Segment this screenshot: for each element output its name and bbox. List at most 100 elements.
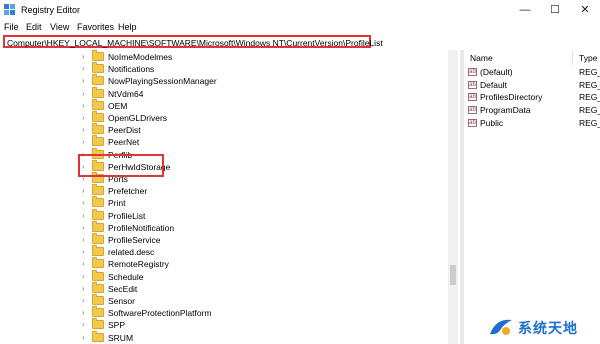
tree-item-label: PeerNet — [108, 137, 140, 148]
address-bar[interactable]: Computer\HKEY_LOCAL_MACHINE\SOFTWARE\Mic… — [3, 35, 383, 48]
expand-chevron-icon[interactable]: › — [82, 223, 90, 233]
folder-icon — [92, 257, 104, 269]
maximize-button[interactable]: ☐ — [540, 0, 570, 20]
folder-icon — [92, 184, 104, 196]
folder-icon — [92, 111, 104, 122]
value-name: (Default) — [480, 67, 513, 77]
folder-icon — [92, 269, 104, 281]
address-path[interactable]: Computer\HKEY_LOCAL_MACHINE\SOFTWARE\Mic… — [7, 38, 383, 48]
folder-icon — [92, 86, 104, 98]
tree-item-label: SecEdit — [108, 283, 138, 294]
tree-item-label: ProfileService — [108, 235, 161, 245]
expand-chevron-icon[interactable]: › — [82, 76, 90, 86]
tree-item-label: Schedule — [108, 271, 144, 282]
tree-item-label: SoftwareProtectionPlatform — [108, 308, 212, 319]
tree-item-label: RemoteRegistry — [108, 259, 169, 270]
menu-view[interactable]: View — [50, 22, 69, 32]
registry-editor-icon — [4, 4, 15, 15]
expand-chevron-icon[interactable]: › — [82, 64, 90, 74]
folder-icon — [92, 74, 104, 86]
value-name: Default — [480, 79, 507, 90]
watermark-logo: 系统天地 — [488, 314, 598, 340]
expand-chevron-icon[interactable]: › — [82, 198, 90, 208]
expand-chevron-icon[interactable]: › — [82, 284, 90, 294]
folder-icon — [92, 50, 104, 61]
tree-item-label: Sensor — [108, 296, 135, 306]
value-row[interactable]: abProfilesDirectory REG_E — [468, 91, 600, 103]
tree-item-label: related.desc — [108, 247, 155, 258]
expand-chevron-icon[interactable]: › — [82, 259, 90, 269]
value-row[interactable]: abProgramData REG_E — [468, 104, 600, 116]
folder-icon — [92, 62, 104, 74]
expand-chevron-icon[interactable]: › — [82, 333, 90, 343]
value-type: REG_S — [579, 67, 600, 77]
expand-chevron-icon[interactable]: › — [82, 186, 90, 196]
tree-item-label: OEM — [108, 100, 128, 111]
registry-value-icon: ab — [468, 106, 477, 115]
expand-chevron-icon[interactable]: › — [82, 113, 90, 123]
tree-item-label: Notifications — [108, 64, 155, 75]
key-tree[interactable]: › NoImeModelmes › Notifications › NowPlayingS… — [0, 50, 460, 344]
folder-icon — [92, 245, 104, 257]
value-row[interactable]: abDefault REG_E — [468, 79, 600, 91]
expand-chevron-icon[interactable]: › — [82, 308, 90, 318]
folder-icon — [92, 294, 104, 305]
registry-value-icon: ab — [468, 118, 477, 127]
value-row[interactable]: ab(Default) REG_S — [468, 66, 600, 78]
folder-icon — [92, 281, 104, 293]
expand-chevron-icon[interactable]: › — [82, 320, 90, 330]
tree-scrollbar-thumb[interactable] — [450, 265, 456, 285]
folder-icon — [92, 220, 104, 232]
value-name: ProfilesDirectory — [480, 92, 543, 103]
column-divider[interactable] — [572, 50, 573, 65]
folder-icon — [92, 306, 104, 318]
value-type: REG_E — [579, 79, 600, 90]
watermark-text: 系统天地 — [518, 320, 578, 336]
expand-chevron-icon[interactable]: › — [82, 235, 90, 245]
expand-chevron-icon[interactable]: › — [82, 272, 90, 282]
tree-item-label: SRUM — [108, 332, 134, 343]
folder-icon — [92, 330, 104, 342]
tree-item-label: Prefetcher — [108, 186, 148, 197]
window-title: Registry Editor — [21, 5, 81, 15]
tree-item-label: ProfileList — [108, 210, 146, 221]
menu-bar: File Edit View Favorites Help — [0, 22, 600, 34]
value-type: REG_E — [579, 105, 600, 116]
tree-item-label: OpenGLDrivers — [108, 113, 168, 123]
value-name: Public — [480, 117, 504, 128]
menu-file[interactable]: File — [4, 22, 19, 32]
expand-chevron-icon[interactable]: › — [82, 211, 90, 221]
close-button[interactable]: ✕ — [570, 0, 600, 20]
registry-value-icon: ab — [468, 80, 477, 89]
column-header-type[interactable]: Type — [579, 53, 597, 63]
registry-value-icon: ab — [468, 93, 477, 102]
expand-chevron-icon[interactable]: › — [82, 247, 90, 257]
column-header-name[interactable]: Name — [470, 53, 493, 63]
value-type: REG_E — [579, 92, 600, 103]
tree-item-label: ProfileNotification — [108, 222, 175, 233]
tree-scrollbar[interactable] — [448, 50, 458, 344]
expand-chevron-icon[interactable]: › — [82, 137, 90, 147]
minimize-button[interactable]: — — [510, 0, 540, 20]
watermark-mark-icon — [490, 319, 512, 335]
value-row[interactable]: abPublic REG_E — [468, 117, 600, 129]
expand-chevron-icon[interactable]: › — [82, 101, 90, 111]
tree-item-label: NowPlayingSessionManager — [108, 76, 217, 87]
registry-value-icon: ab — [468, 68, 477, 76]
tree-item-label: NoImeModelmes — [108, 52, 173, 62]
folder-icon — [92, 123, 104, 135]
folder-icon — [92, 318, 104, 330]
expand-chevron-icon[interactable]: › — [82, 125, 90, 135]
menu-edit[interactable]: Edit — [26, 22, 42, 32]
menu-help[interactable]: Help — [118, 22, 137, 32]
expand-chevron-icon[interactable]: › — [82, 296, 90, 306]
folder-icon — [92, 208, 104, 220]
folder-icon — [92, 98, 104, 110]
tree-item-label: SPP — [108, 320, 126, 331]
expand-chevron-icon[interactable]: › — [82, 52, 90, 62]
tree-item-label: PeerDist — [108, 125, 141, 136]
menu-favorites[interactable]: Favorites — [77, 22, 114, 32]
selected-key-highlight — [78, 154, 164, 177]
expand-chevron-icon[interactable]: › — [82, 89, 90, 99]
values-pane[interactable]: Name Type ab(Default)REG_SabDefaultREG_E… — [464, 50, 600, 344]
